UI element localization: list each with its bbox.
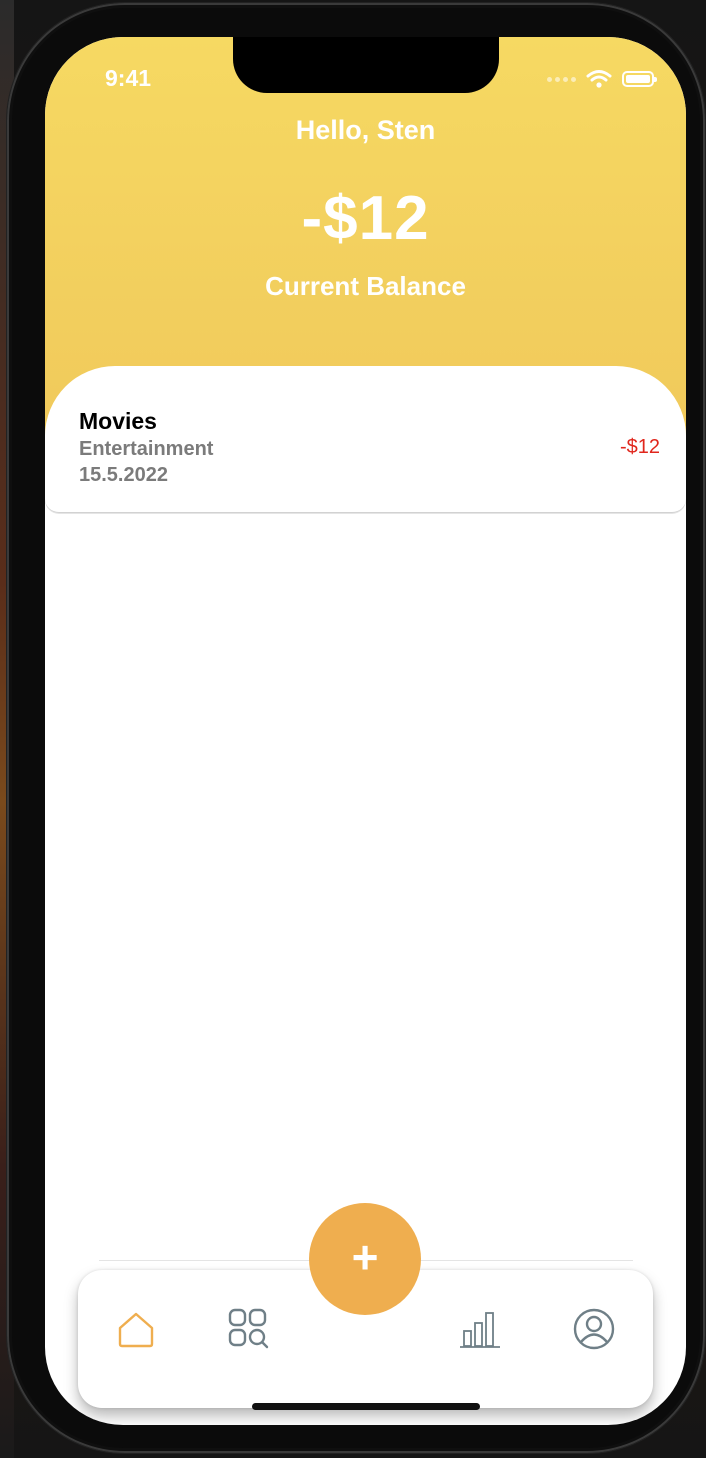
home-indicator[interactable] (252, 1403, 480, 1410)
categories-search-icon (228, 1308, 269, 1349)
status-time: 9:41 (105, 65, 152, 91)
tab-categories[interactable] (224, 1304, 274, 1354)
plus-icon: + (351, 1231, 379, 1283)
add-transaction-button[interactable]: + (309, 1203, 421, 1315)
transaction-date: 15.5.2022 (79, 464, 168, 486)
tab-home[interactable] (111, 1304, 161, 1354)
profile-icon (573, 1308, 615, 1350)
signal-icon (547, 76, 576, 82)
transaction-row[interactable]: Movies Entertainment 15.5.2022 -$12 (45, 366, 686, 513)
phone-frame: 9:41 Hello, Sten -$12 Current Balance Mo… (7, 3, 705, 1453)
battery-icon (622, 71, 657, 87)
app-screen: 9:41 Hello, Sten -$12 Current Balance Mo… (45, 37, 686, 1425)
home-icon (118, 1312, 154, 1348)
device-notch (233, 37, 499, 93)
bar-chart-icon (460, 1312, 500, 1348)
balance-amount: -$12 (301, 184, 430, 253)
status-icons (547, 69, 657, 89)
transaction-category: Entertainment (79, 438, 214, 460)
transaction-amount: -$12 (619, 436, 660, 458)
transaction-title: Movies (79, 408, 157, 434)
tab-statistics[interactable] (455, 1304, 505, 1354)
greeting: Hello, Sten (295, 115, 436, 145)
balance-label: Current Balance (265, 271, 466, 301)
tab-profile[interactable] (569, 1304, 619, 1354)
wifi-icon (586, 70, 612, 88)
